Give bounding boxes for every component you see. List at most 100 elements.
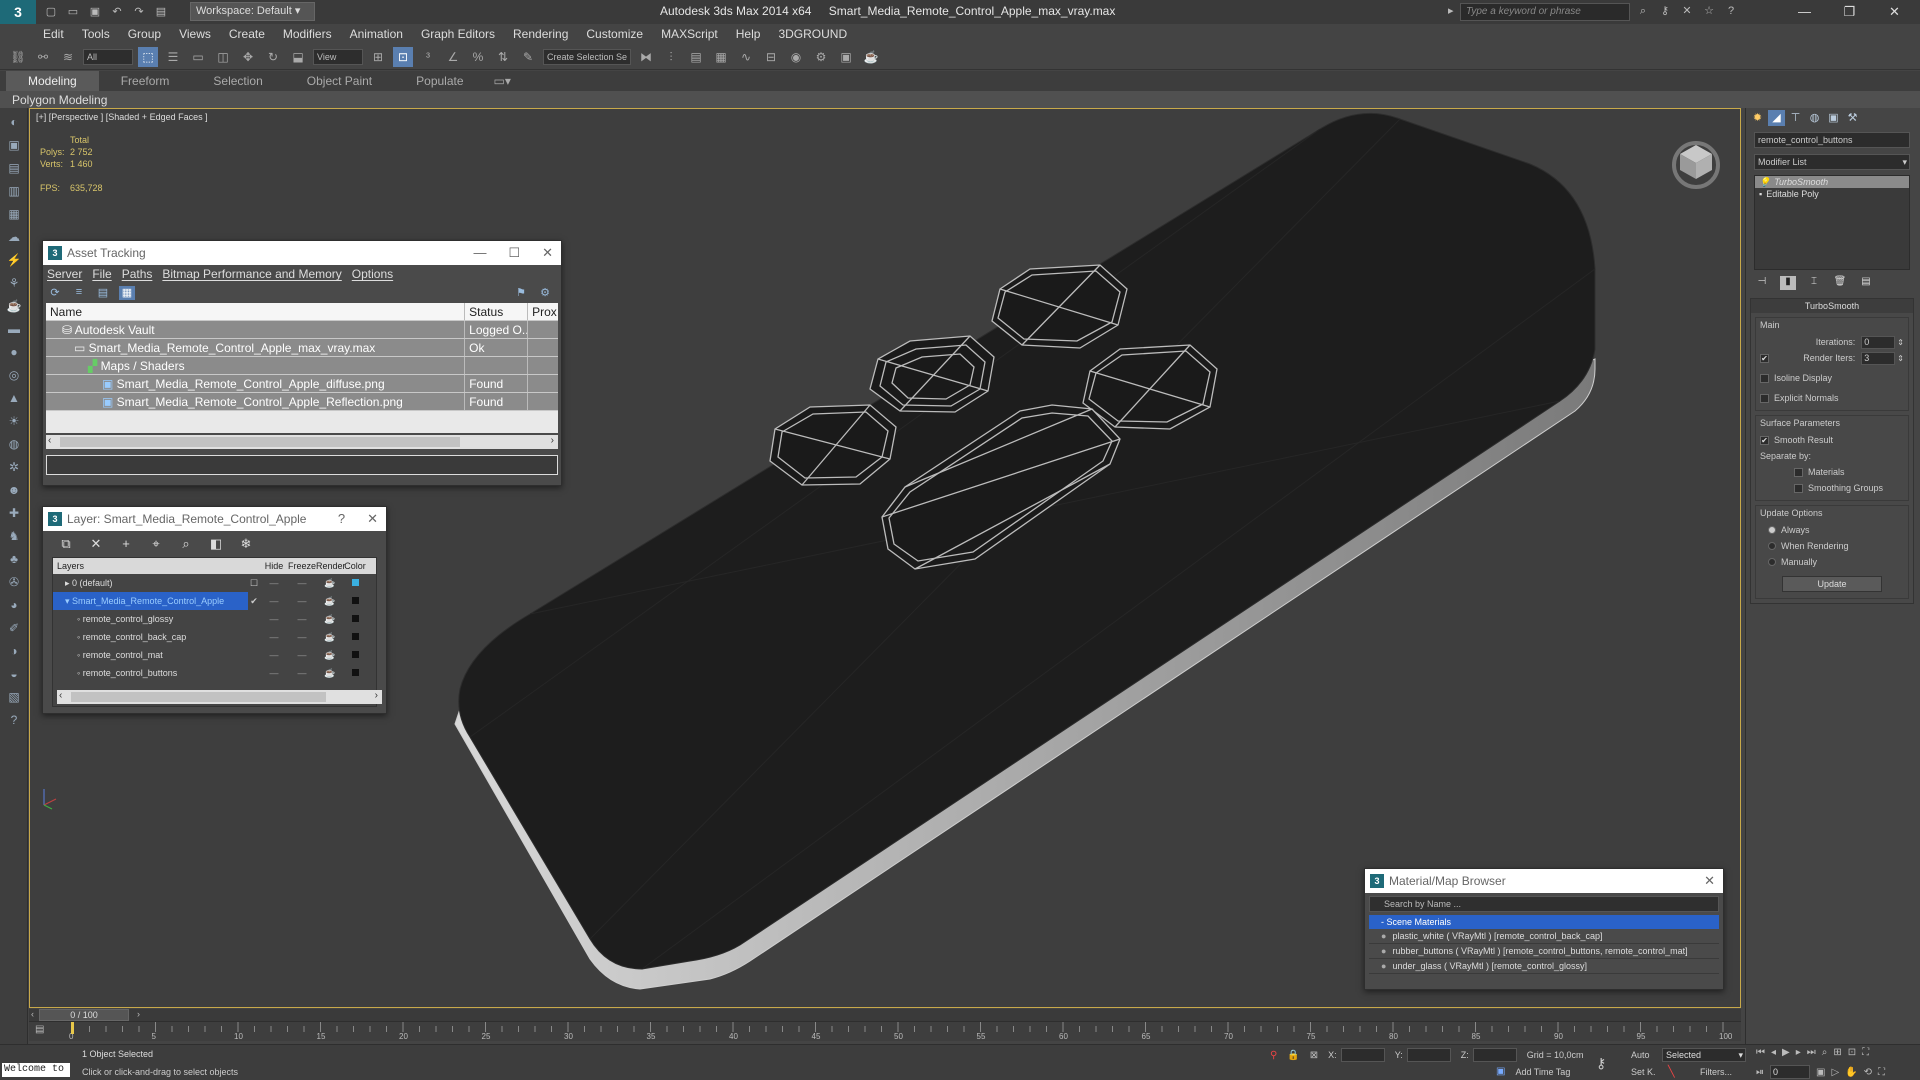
menu-customize[interactable]: Customize xyxy=(586,27,643,41)
layer-color-swatch[interactable] xyxy=(351,633,359,640)
menu-3dground[interactable]: 3DGROUND xyxy=(778,27,847,41)
play-icon[interactable]: ▶ xyxy=(1782,1047,1790,1058)
spinner-snap-icon[interactable]: ⇅ xyxy=(493,47,513,67)
favorites-star-icon[interactable]: ☆ xyxy=(1700,3,1718,19)
delete-layer-icon[interactable]: ✕ xyxy=(87,536,105,552)
motion-tab-icon[interactable]: ◍ xyxy=(1806,110,1823,126)
viewport-label[interactable]: [+] [Perspective ] [Shaded + Edged Faces… xyxy=(36,112,208,122)
particles-icon[interactable]: ✲ xyxy=(5,458,23,476)
percent-snap-icon[interactable]: % xyxy=(468,47,488,67)
move-icon[interactable]: ✥ xyxy=(238,47,258,67)
menu-create[interactable]: Create xyxy=(229,27,265,41)
menu-modifiers[interactable]: Modifiers xyxy=(283,27,332,41)
material-item[interactable]: ● rubber_buttons ( VRayMtl ) [remote_cont… xyxy=(1369,944,1719,959)
maximize-icon[interactable]: ☐ xyxy=(508,245,520,260)
layer-manager-icon[interactable]: ▤ xyxy=(686,47,706,67)
stack-item-editable-poly[interactable]: ▪ Editable Poly xyxy=(1755,188,1909,200)
save-icon[interactable]: ▣ xyxy=(86,4,104,20)
layer-row[interactable]: ◦ remote_control_mat — — ☕ xyxy=(53,646,376,664)
layer-row[interactable]: ◦ remote_control_buttons — — ☕ xyxy=(53,664,376,682)
render-teapot-icon[interactable]: ☕ xyxy=(316,610,344,628)
close-icon[interactable]: ✕ xyxy=(1872,0,1917,24)
window-crossing-icon[interactable]: ◫ xyxy=(213,47,233,67)
track-bar[interactable]: ▤ 0 5 10 15 20 25 30 35 40 45 50 55 60 65 70 75 80 85 90 95… xyxy=(29,1021,1741,1041)
iterations-spinner[interactable]: 0 xyxy=(1861,335,1896,349)
layer-color-swatch[interactable] xyxy=(351,651,359,658)
modify-tab-icon[interactable]: ◢ xyxy=(1768,110,1785,126)
unlink-icon[interactable]: ⚯ xyxy=(33,47,53,67)
z-coordinate-field[interactable] xyxy=(1472,1048,1517,1062)
freeze-toggle[interactable]: — xyxy=(288,592,316,610)
freeze-toggle[interactable]: — xyxy=(288,664,316,682)
isoline-checkbox[interactable] xyxy=(1760,373,1769,383)
polygon-modeling-panel[interactable]: Polygon Modeling xyxy=(12,93,107,107)
tree-icon[interactable]: ♣ xyxy=(5,550,23,568)
freeze-all-icon[interactable]: ❄ xyxy=(237,536,255,552)
layer-row[interactable]: ▸ 0 (default) ☐ — — ☕ xyxy=(53,574,376,592)
bulb-icon[interactable]: 💡 xyxy=(1759,177,1770,187)
bind-space-warp-icon[interactable]: ≋ xyxy=(58,47,78,67)
expand-icon[interactable]: ▪ xyxy=(1759,189,1762,199)
layer-manager-titlebar[interactable]: 3 Layer: Smart_Media_Remote_Control_Appl… xyxy=(43,507,386,531)
scroll-thumb[interactable] xyxy=(71,692,326,702)
prev-frame-icon[interactable]: ‹ xyxy=(31,1009,34,1019)
scroll-right-icon[interactable]: › xyxy=(375,690,378,701)
tab-object-paint[interactable]: Object Paint xyxy=(285,71,394,91)
render-icon[interactable]: ◒ xyxy=(5,665,23,683)
previous-frame-icon[interactable]: ◂ xyxy=(1771,1047,1776,1058)
edit-named-sel-icon[interactable]: ✎ xyxy=(518,47,538,67)
layer-color-swatch[interactable] xyxy=(351,597,359,604)
manually-radio[interactable] xyxy=(1768,558,1776,566)
mirror-icon[interactable]: ⧓ xyxy=(636,47,656,67)
rendered-frame-icon[interactable]: ▣ xyxy=(836,47,856,67)
zoom-icon[interactable]: ⌕ xyxy=(1822,1047,1828,1058)
minimize-icon[interactable]: — xyxy=(473,245,486,260)
tab-freeform[interactable]: Freeform xyxy=(99,71,192,91)
next-frame-icon[interactable]: › xyxy=(137,1009,140,1019)
maximize-viewport-icon[interactable]: ⛶ xyxy=(1862,1047,1869,1058)
menu-server[interactable]: Server xyxy=(47,267,82,281)
selection-filter-dropdown[interactable]: All xyxy=(83,48,133,65)
select-manipulate-icon[interactable]: ⊡ xyxy=(393,46,413,67)
app-logo[interactable]: 3 xyxy=(0,0,36,24)
menu-edit[interactable]: Edit xyxy=(43,27,64,41)
select-by-name-icon[interactable]: ☰ xyxy=(163,47,183,67)
pivot-center-icon[interactable]: ⊞ xyxy=(368,47,388,67)
ribbon-toggle-icon[interactable]: ▦ xyxy=(711,47,731,67)
render-production-icon[interactable]: ☕ xyxy=(861,47,881,67)
shapes-icon[interactable]: ▤ xyxy=(5,159,23,177)
layer-row[interactable]: ◦ remote_control_back_cap — — ☕ xyxy=(53,628,376,646)
particle-flow-icon[interactable]: ◑ xyxy=(5,642,23,660)
scale-icon[interactable]: ⬓ xyxy=(288,47,308,67)
restore-icon[interactable]: ❐ xyxy=(1827,0,1872,24)
orbit-icon[interactable]: ⟲ xyxy=(1864,1067,1872,1078)
reference-coord-dropdown[interactable]: View xyxy=(313,48,363,65)
redo-icon[interactable]: ↷ xyxy=(130,4,148,20)
search-arrow-icon[interactable]: ▸ xyxy=(1448,4,1454,17)
menu-group[interactable]: Group xyxy=(128,27,161,41)
close-icon[interactable]: ✕ xyxy=(542,245,553,260)
menu-bitmap-performance[interactable]: Bitmap Performance and Memory xyxy=(162,267,341,281)
hide-toggle[interactable]: — xyxy=(260,574,288,592)
materials-checkbox[interactable] xyxy=(1794,467,1803,477)
new-layer-icon[interactable]: ⧉ xyxy=(57,536,75,552)
table-row[interactable]: ▣ Smart_Media_Remote_Control_Apple_Refle… xyxy=(46,393,558,411)
next-frame-icon[interactable]: ▸ xyxy=(1796,1047,1801,1058)
bone-icon[interactable]: ✚ xyxy=(5,504,23,522)
smoothing-groups-checkbox[interactable] xyxy=(1794,483,1803,493)
render-iters-checkbox[interactable]: ✔ xyxy=(1760,353,1769,363)
absolute-mode-icon[interactable]: ⊠ xyxy=(1310,1050,1318,1061)
tab-modeling[interactable]: Modeling xyxy=(6,71,99,91)
time-config-icon[interactable]: ▣ xyxy=(1816,1067,1825,1078)
cameras-icon[interactable]: ▦ xyxy=(5,205,23,223)
scroll-right-icon[interactable]: › xyxy=(551,435,554,446)
when-rendering-radio[interactable] xyxy=(1768,542,1776,550)
render-teapot-icon[interactable]: ☕ xyxy=(316,592,344,610)
project-folder-icon[interactable]: ▤ xyxy=(152,4,170,20)
material-item[interactable]: ● plastic_white ( VRayMtl ) [remote_contr… xyxy=(1369,929,1719,944)
set-key-icon[interactable]: ⚷ xyxy=(1596,1055,1606,1072)
material-item[interactable]: ● under_glass ( VRayMtl ) [remote_control… xyxy=(1369,959,1719,974)
minimize-icon[interactable]: — xyxy=(1782,0,1827,24)
add-to-layer-icon[interactable]: + xyxy=(117,536,135,552)
menu-animation[interactable]: Animation xyxy=(350,27,403,41)
